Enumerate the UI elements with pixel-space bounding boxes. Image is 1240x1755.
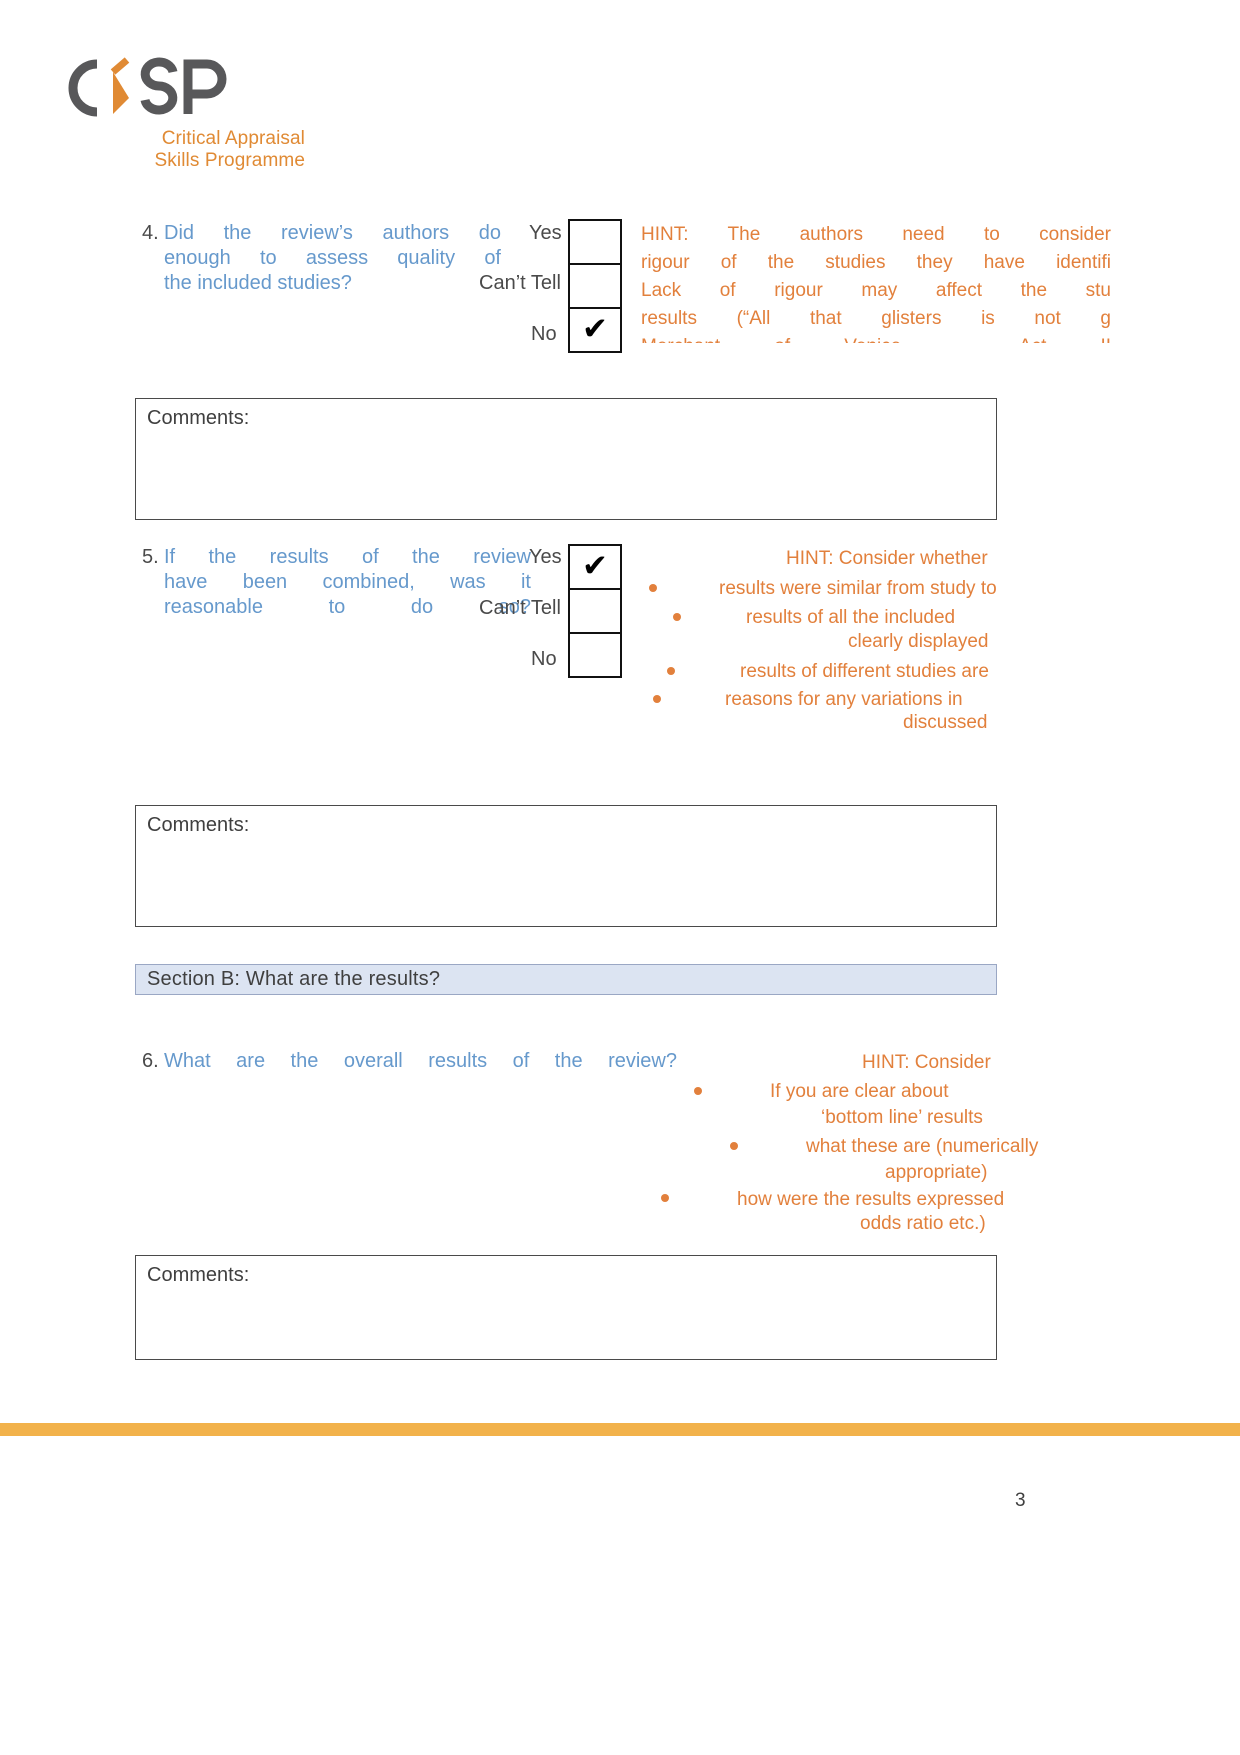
question-4-text-line-2: enough to assess quality of (164, 247, 501, 269)
question-4-hint-line-5: Merchant of Venice – Act II (641, 333, 1111, 343)
section-b-banner: Section B: What are the results? (135, 964, 997, 995)
casp-logo: Critical Appraisal Skills Programme (55, 52, 385, 172)
question-5-answer-label-yes: Yes (529, 546, 562, 568)
question-4-number: 4. (142, 222, 159, 244)
question-4-checkbox-no[interactable]: ✔ (568, 307, 622, 353)
footer-bar (0, 1423, 1240, 1436)
question-4-text-line-1: Did the review’s authors do (164, 222, 501, 244)
question-6-hint-line-2: ‘bottom line’ results (821, 1107, 983, 1128)
question-4-hint-line-2: rigour of the studies they have identifi (641, 252, 1111, 273)
question-5-hint-line-6: discussed (903, 712, 988, 733)
bullet-icon (673, 613, 681, 621)
question-5-comments-box[interactable]: Comments: (135, 805, 997, 927)
question-4-text-line-3: the included studies? (164, 272, 352, 294)
question-4-comments-box[interactable]: Comments: (135, 398, 997, 520)
checkmark-icon: ✔ (582, 310, 608, 347)
question-4-answer-label-no: No (531, 323, 557, 345)
question-5-checkbox-group[interactable]: ✔ (568, 544, 624, 678)
question-5-text: If the results of the review have been c… (164, 545, 531, 620)
question-4-text: Did the review’s authors do enough to as… (164, 221, 501, 296)
section-b-label: Section B: What are the results? (147, 968, 441, 990)
question-6-hint-line-1: If you are clear about (770, 1081, 949, 1102)
bullet-icon (649, 584, 657, 592)
question-4-checkbox-cant-tell[interactable] (568, 263, 622, 309)
question-5-checkbox-no[interactable] (568, 632, 622, 678)
question-6-comments-label: Comments: (147, 1264, 250, 1286)
question-6-hint-header: HINT: Consider (862, 1052, 991, 1073)
question-5-hint-header: HINT: Consider whether (786, 548, 988, 569)
bullet-icon (730, 1142, 738, 1150)
question-5-answer-label-cant-tell: Can’t Tell (479, 597, 561, 619)
question-5-number: 5. (142, 546, 159, 568)
question-4-answer-label-yes: Yes (529, 222, 562, 244)
casp-tagline-line2: Skills Programme (154, 150, 305, 172)
question-5-hint-line-4: results of different studies are (740, 661, 989, 682)
bullet-icon (661, 1194, 669, 1202)
question-4-hint-line-3: Lack of rigour may affect the stu (641, 280, 1111, 301)
question-5-answer-label-no: No (531, 648, 557, 670)
question-6-comments-box[interactable]: Comments: (135, 1255, 997, 1360)
question-4-comments-label: Comments: (147, 407, 250, 429)
question-5-text-line-3: reasonable to do so? (164, 596, 531, 618)
question-6-hint-line-6: odds ratio etc.) (860, 1213, 986, 1234)
question-5-checkbox-yes[interactable]: ✔ (568, 544, 622, 590)
question-5-text-line-2: have been combined, was it (164, 571, 531, 593)
casp-wordmark-icon (55, 52, 235, 124)
question-4-hint-line-1: HINT: The authors need to consider (641, 224, 1111, 245)
question-4-hint: HINT: The authors need to consider rigou… (641, 221, 1111, 343)
question-4-checkbox-group[interactable]: ✔ (568, 219, 624, 353)
question-5-hint-line-3: clearly displayed (848, 631, 989, 652)
bullet-icon (653, 695, 661, 703)
question-4-hint-line-4: results (“All that glisters is not g (641, 308, 1111, 329)
question-6-hint-line-3: what these are (numerically (806, 1136, 1039, 1157)
question-6-text-line-1: What are the overall results of the revi… (164, 1050, 677, 1072)
page-number: 3 (1015, 1490, 1026, 1511)
checkmark-icon: ✔ (582, 547, 608, 584)
bullet-icon (694, 1087, 702, 1095)
question-4-answer-label-cant-tell: Can’t Tell (479, 272, 561, 294)
question-5-hint-line-1: results were similar from study to (719, 578, 997, 599)
question-5-text-line-1: If the results of the review (164, 546, 531, 568)
question-6-hint-line-4: appropriate) (885, 1162, 988, 1183)
question-5-comments-label: Comments: (147, 814, 250, 836)
casp-tagline: Critical Appraisal Skills Programme (55, 128, 305, 173)
bullet-icon (667, 667, 675, 675)
casp-tagline-line1: Critical Appraisal (161, 128, 305, 149)
question-5-checkbox-cant-tell[interactable] (568, 588, 622, 634)
question-6-text: What are the overall results of the revi… (164, 1049, 677, 1074)
question-4-checkbox-yes[interactable] (568, 219, 622, 265)
question-6-number: 6. (142, 1050, 159, 1072)
